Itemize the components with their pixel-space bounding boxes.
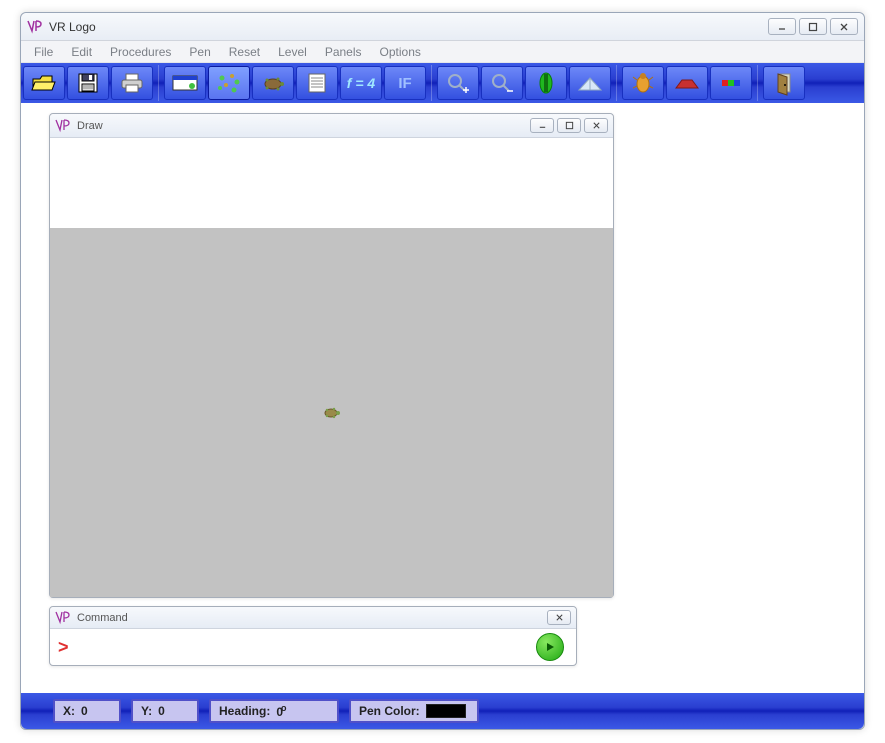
status-pen-label: Pen Color: bbox=[359, 704, 420, 718]
minimize-button[interactable] bbox=[768, 18, 796, 35]
status-y-label: Y: bbox=[141, 704, 152, 718]
floppy-disk-icon bbox=[73, 70, 103, 96]
app-window: VR Logo File Edit Procedures Pen Reset L… bbox=[20, 12, 865, 730]
status-x: X: 0 bbox=[53, 699, 121, 723]
command-icon bbox=[55, 610, 71, 626]
status-x-label: X: bbox=[63, 704, 75, 718]
turtle-sprite[interactable] bbox=[322, 406, 342, 420]
print-button[interactable] bbox=[111, 66, 153, 100]
run-button[interactable] bbox=[536, 633, 564, 661]
menu-reset[interactable]: Reset bbox=[220, 42, 269, 62]
draw-titlebar[interactable]: Draw bbox=[50, 114, 613, 138]
menu-panels[interactable]: Panels bbox=[316, 42, 371, 62]
roof-button[interactable] bbox=[666, 66, 708, 100]
perspective-icon bbox=[575, 70, 605, 96]
zoom-out-button[interactable] bbox=[481, 66, 523, 100]
degree-symbol: o bbox=[281, 703, 287, 713]
perspective-button[interactable] bbox=[569, 66, 611, 100]
draw-minimize-button[interactable] bbox=[530, 118, 554, 133]
pen-color-swatch bbox=[426, 704, 466, 718]
panel-dots-button[interactable] bbox=[208, 66, 250, 100]
status-y: Y: 0 bbox=[131, 699, 199, 723]
var-label: f = 4 bbox=[347, 75, 375, 91]
bug-icon bbox=[628, 70, 658, 96]
variable-button[interactable]: f = 4 bbox=[340, 66, 382, 100]
panel-turtle-button[interactable] bbox=[252, 66, 294, 100]
folder-open-icon bbox=[29, 70, 59, 96]
menu-pen[interactable]: Pen bbox=[180, 42, 219, 62]
menubar: File Edit Procedures Pen Reset Level Pan… bbox=[21, 41, 864, 63]
command-body: > bbox=[50, 629, 576, 665]
draw-close-button[interactable] bbox=[584, 118, 608, 133]
zoom-in-icon bbox=[443, 70, 473, 96]
menu-edit[interactable]: Edit bbox=[62, 42, 101, 62]
command-title: Command bbox=[77, 612, 544, 624]
if-button[interactable]: IF bbox=[384, 66, 426, 100]
save-button[interactable] bbox=[67, 66, 109, 100]
list-icon bbox=[302, 70, 332, 96]
if-label: IF bbox=[398, 75, 411, 92]
window-title: VR Logo bbox=[49, 20, 765, 34]
command-prompt: > bbox=[58, 637, 69, 658]
draw-canvas[interactable] bbox=[50, 228, 613, 597]
command-input[interactable] bbox=[77, 635, 536, 659]
menu-procedures[interactable]: Procedures bbox=[101, 42, 180, 62]
app-icon bbox=[27, 19, 43, 35]
menu-file[interactable]: File bbox=[25, 42, 62, 62]
colors-button[interactable] bbox=[710, 66, 752, 100]
status-heading-label: Heading: bbox=[219, 704, 270, 718]
draw-canvas-wrap bbox=[50, 138, 613, 597]
status-pen-color: Pen Color: bbox=[349, 699, 479, 723]
command-close-button[interactable] bbox=[547, 610, 571, 625]
stoplight-button[interactable] bbox=[525, 66, 567, 100]
exit-button[interactable] bbox=[763, 66, 805, 100]
status-x-value: 0 bbox=[81, 704, 88, 718]
zoom-out-icon bbox=[487, 70, 517, 96]
statusbar: X: 0 Y: 0 Heading: 0o Pen Color: bbox=[21, 693, 864, 729]
close-button[interactable] bbox=[830, 18, 858, 35]
command-window[interactable]: Command > bbox=[49, 606, 577, 666]
draw-title: Draw bbox=[77, 120, 527, 132]
panel-dots-icon bbox=[214, 70, 244, 96]
turtle-shape-button[interactable] bbox=[622, 66, 664, 100]
menu-level[interactable]: Level bbox=[269, 42, 316, 62]
printer-icon bbox=[117, 70, 147, 96]
draw-maximize-button[interactable] bbox=[557, 118, 581, 133]
titlebar[interactable]: VR Logo bbox=[21, 13, 864, 41]
zoom-in-button[interactable] bbox=[437, 66, 479, 100]
panel-blue-button[interactable] bbox=[164, 66, 206, 100]
client-area: Draw bbox=[21, 103, 864, 693]
door-icon bbox=[769, 70, 799, 96]
draw-window[interactable]: Draw bbox=[49, 113, 614, 598]
maximize-button[interactable] bbox=[799, 18, 827, 35]
open-button[interactable] bbox=[23, 66, 65, 100]
status-y-value: 0 bbox=[158, 704, 165, 718]
toolbar: f = 4 IF bbox=[21, 63, 864, 103]
play-icon bbox=[544, 641, 556, 653]
list-button[interactable] bbox=[296, 66, 338, 100]
turtle-icon bbox=[258, 70, 288, 96]
stoplight-icon bbox=[531, 70, 561, 96]
roof-icon bbox=[672, 70, 702, 96]
status-heading: Heading: 0o bbox=[209, 699, 339, 723]
draw-icon bbox=[55, 118, 71, 134]
command-titlebar[interactable]: Command bbox=[50, 607, 576, 629]
color-bars-icon bbox=[716, 70, 746, 96]
panel-blue-icon bbox=[170, 70, 200, 96]
menu-options[interactable]: Options bbox=[371, 42, 430, 62]
